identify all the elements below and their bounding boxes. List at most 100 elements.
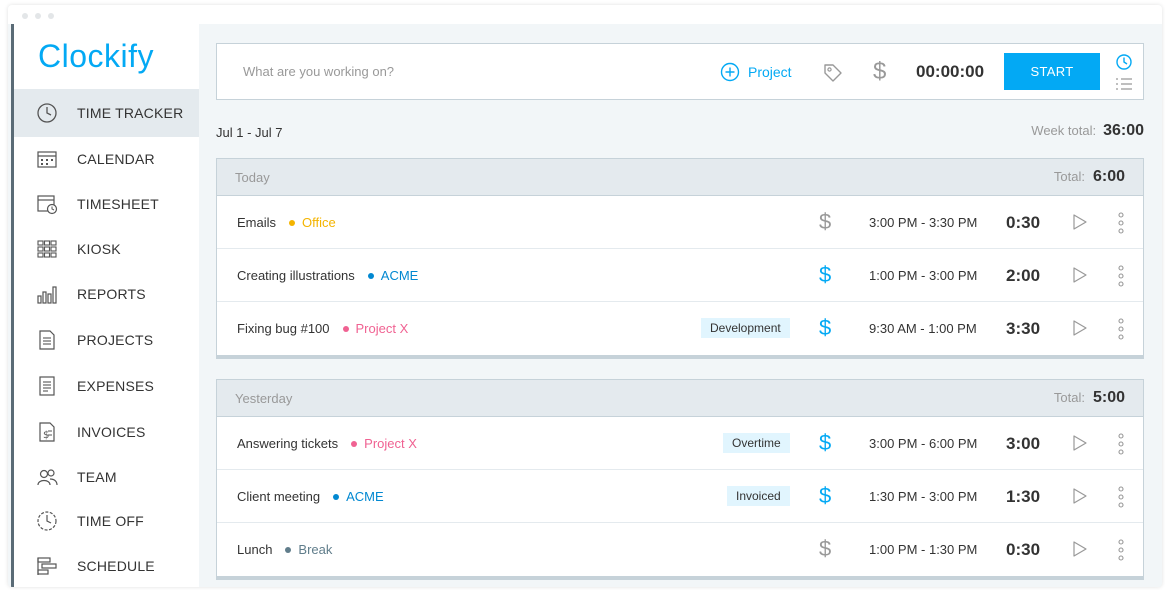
play-icon[interactable]: [1072, 434, 1088, 452]
entry-time-range[interactable]: 1:30 PM - 3:00 PM: [869, 489, 977, 504]
sidebar-item-schedule[interactable]: SCHEDULE: [14, 544, 199, 587]
entry-time-range[interactable]: 3:00 PM - 3:30 PM: [869, 215, 977, 230]
entry-time-range[interactable]: 1:00 PM - 3:00 PM: [869, 268, 977, 283]
clock-icon: [37, 103, 57, 123]
play-icon[interactable]: [1072, 266, 1088, 284]
sidebar-item-label: REPORTS: [77, 286, 146, 302]
entry-description-text: Lunch: [237, 542, 273, 557]
entry-duration[interactable]: 3:00: [1006, 434, 1040, 454]
week-range: Jul 1 - Jul 7: [216, 125, 283, 140]
calendar-icon: [37, 151, 57, 168]
more-vertical-icon[interactable]: [1116, 485, 1126, 509]
entry-description-text: Answering tickets: [237, 436, 339, 451]
entry-time-range[interactable]: 3:00 PM - 6:00 PM: [869, 436, 977, 451]
sidebar-item-label: TEAM: [77, 469, 117, 485]
entry-time-range[interactable]: 9:30 AM - 1:00 PM: [869, 321, 977, 336]
sidebar-item-label: CALENDAR: [77, 151, 155, 167]
day-total: Total: 6:00: [1054, 168, 1125, 186]
play-icon[interactable]: [1072, 487, 1088, 505]
time-entry-row: Creating illustrations ACME $1:00 PM - 3:0…: [217, 249, 1143, 302]
entry-duration[interactable]: 0:30: [1006, 540, 1040, 560]
entry-duration[interactable]: 0:30: [1006, 213, 1040, 233]
entry-duration[interactable]: 3:30: [1006, 319, 1040, 339]
billable-dollar-icon[interactable]: $: [819, 315, 831, 341]
play-icon[interactable]: [1072, 540, 1088, 558]
sidebar-item-expenses[interactable]: EXPENSES: [14, 364, 199, 408]
sidebar-item-time-tracker[interactable]: TIME TRACKER: [14, 89, 199, 137]
document-icon: [39, 330, 55, 350]
entry-time-range[interactable]: 1:00 PM - 1:30 PM: [869, 542, 977, 557]
project-dot: [333, 493, 340, 500]
time-entry-row: Fixing bug #100 Project X Development $9:30…: [217, 302, 1143, 355]
sidebar-item-timesheet[interactable]: TIMESHEET: [14, 182, 199, 226]
entry-project[interactable]: ACME: [346, 489, 384, 504]
entry-tag[interactable]: Invoiced: [727, 486, 790, 506]
day-label: Today: [235, 170, 270, 185]
project-picker[interactable]: Project: [720, 62, 792, 82]
sidebar-item-team[interactable]: TEAM: [14, 455, 199, 499]
entry-description-text: Emails: [237, 215, 277, 230]
sidebar-item-label: KIOSK: [77, 241, 121, 257]
day-total-value: 6:00: [1092, 168, 1125, 185]
entry-description[interactable]: Answering tickets Project X: [237, 436, 417, 451]
entry-description[interactable]: Fixing bug #100 Project X: [237, 321, 408, 336]
entry-duration[interactable]: 2:00: [1006, 266, 1040, 286]
entry-tag[interactable]: Development: [701, 318, 790, 338]
entry-project[interactable]: Break: [298, 542, 332, 557]
tag-icon[interactable]: [822, 62, 844, 84]
billable-dollar-icon[interactable]: $: [819, 536, 831, 562]
more-vertical-icon[interactable]: [1116, 432, 1126, 456]
billable-dollar-icon[interactable]: $: [819, 483, 831, 509]
more-vertical-icon[interactable]: [1116, 317, 1126, 341]
entry-description[interactable]: Client meeting ACME: [237, 489, 384, 504]
description-input[interactable]: What are you working on?: [243, 64, 394, 79]
sidebar-item-calendar[interactable]: CALENDAR: [14, 137, 199, 181]
entry-project[interactable]: Project X: [364, 436, 417, 451]
entry-description[interactable]: Creating illustrations ACME: [237, 268, 418, 283]
sidebar-item-kiosk[interactable]: KIOSK: [14, 227, 199, 271]
sidebar-item-label: PROJECTS: [77, 332, 154, 348]
entry-description[interactable]: Lunch Break: [237, 542, 332, 557]
project-dot: [367, 272, 374, 279]
sidebar-item-invoices[interactable]: $ INVOICES: [14, 410, 199, 454]
entry-description[interactable]: Emails Office: [237, 215, 336, 230]
sidebar-item-time-off[interactable]: TIME OFF: [14, 499, 199, 543]
entry-duration[interactable]: 1:30: [1006, 487, 1040, 507]
clockify-logo[interactable]: Clockify: [38, 38, 154, 75]
entry-project[interactable]: Project X: [356, 321, 409, 336]
billable-dollar-icon[interactable]: $: [873, 58, 886, 86]
entry-description-text: Creating illustrations: [237, 268, 355, 283]
play-icon[interactable]: [1072, 213, 1088, 231]
more-vertical-icon[interactable]: [1116, 538, 1126, 562]
schedule-icon: [37, 557, 57, 575]
day-group-header: Today Total: 6:00: [217, 159, 1143, 196]
entry-project[interactable]: Office: [302, 215, 336, 230]
billable-dollar-icon[interactable]: $: [819, 262, 831, 288]
entry-project[interactable]: ACME: [381, 268, 419, 283]
project-dot: [342, 325, 349, 332]
receipt-icon: [39, 376, 55, 396]
play-icon[interactable]: [1072, 319, 1088, 337]
plus-circle-icon: [720, 62, 740, 82]
invoice-icon: $: [39, 422, 55, 442]
timesheet-icon: [37, 195, 58, 215]
billable-dollar-icon[interactable]: $: [819, 209, 831, 235]
day-group: Yesterday Total: 5:00 Answering tickets Proj…: [216, 379, 1144, 580]
project-dot: [289, 219, 296, 226]
billable-dollar-icon[interactable]: $: [819, 430, 831, 456]
timer-mode-icon[interactable]: [1115, 53, 1133, 71]
start-button[interactable]: START: [1004, 53, 1100, 90]
sidebar-item-label: INVOICES: [77, 424, 146, 440]
day-total-label: Total:: [1053, 169, 1085, 184]
more-vertical-icon[interactable]: [1116, 211, 1126, 235]
manual-mode-list-icon[interactable]: [1115, 76, 1133, 92]
sidebar-item-projects[interactable]: PROJECTS: [14, 318, 199, 362]
time-entry-row: Client meeting ACME Invoiced $1:30 PM - 3:0…: [217, 470, 1143, 523]
day-group-header: Yesterday Total: 5:00: [217, 380, 1143, 417]
sidebar-item-label: TIMESHEET: [77, 196, 159, 212]
day-label: Yesterday: [235, 391, 293, 406]
more-vertical-icon[interactable]: [1116, 264, 1126, 288]
sidebar-item-label: TIME OFF: [77, 513, 144, 529]
sidebar-item-reports[interactable]: REPORTS: [14, 272, 199, 316]
entry-tag[interactable]: Overtime: [723, 433, 790, 453]
